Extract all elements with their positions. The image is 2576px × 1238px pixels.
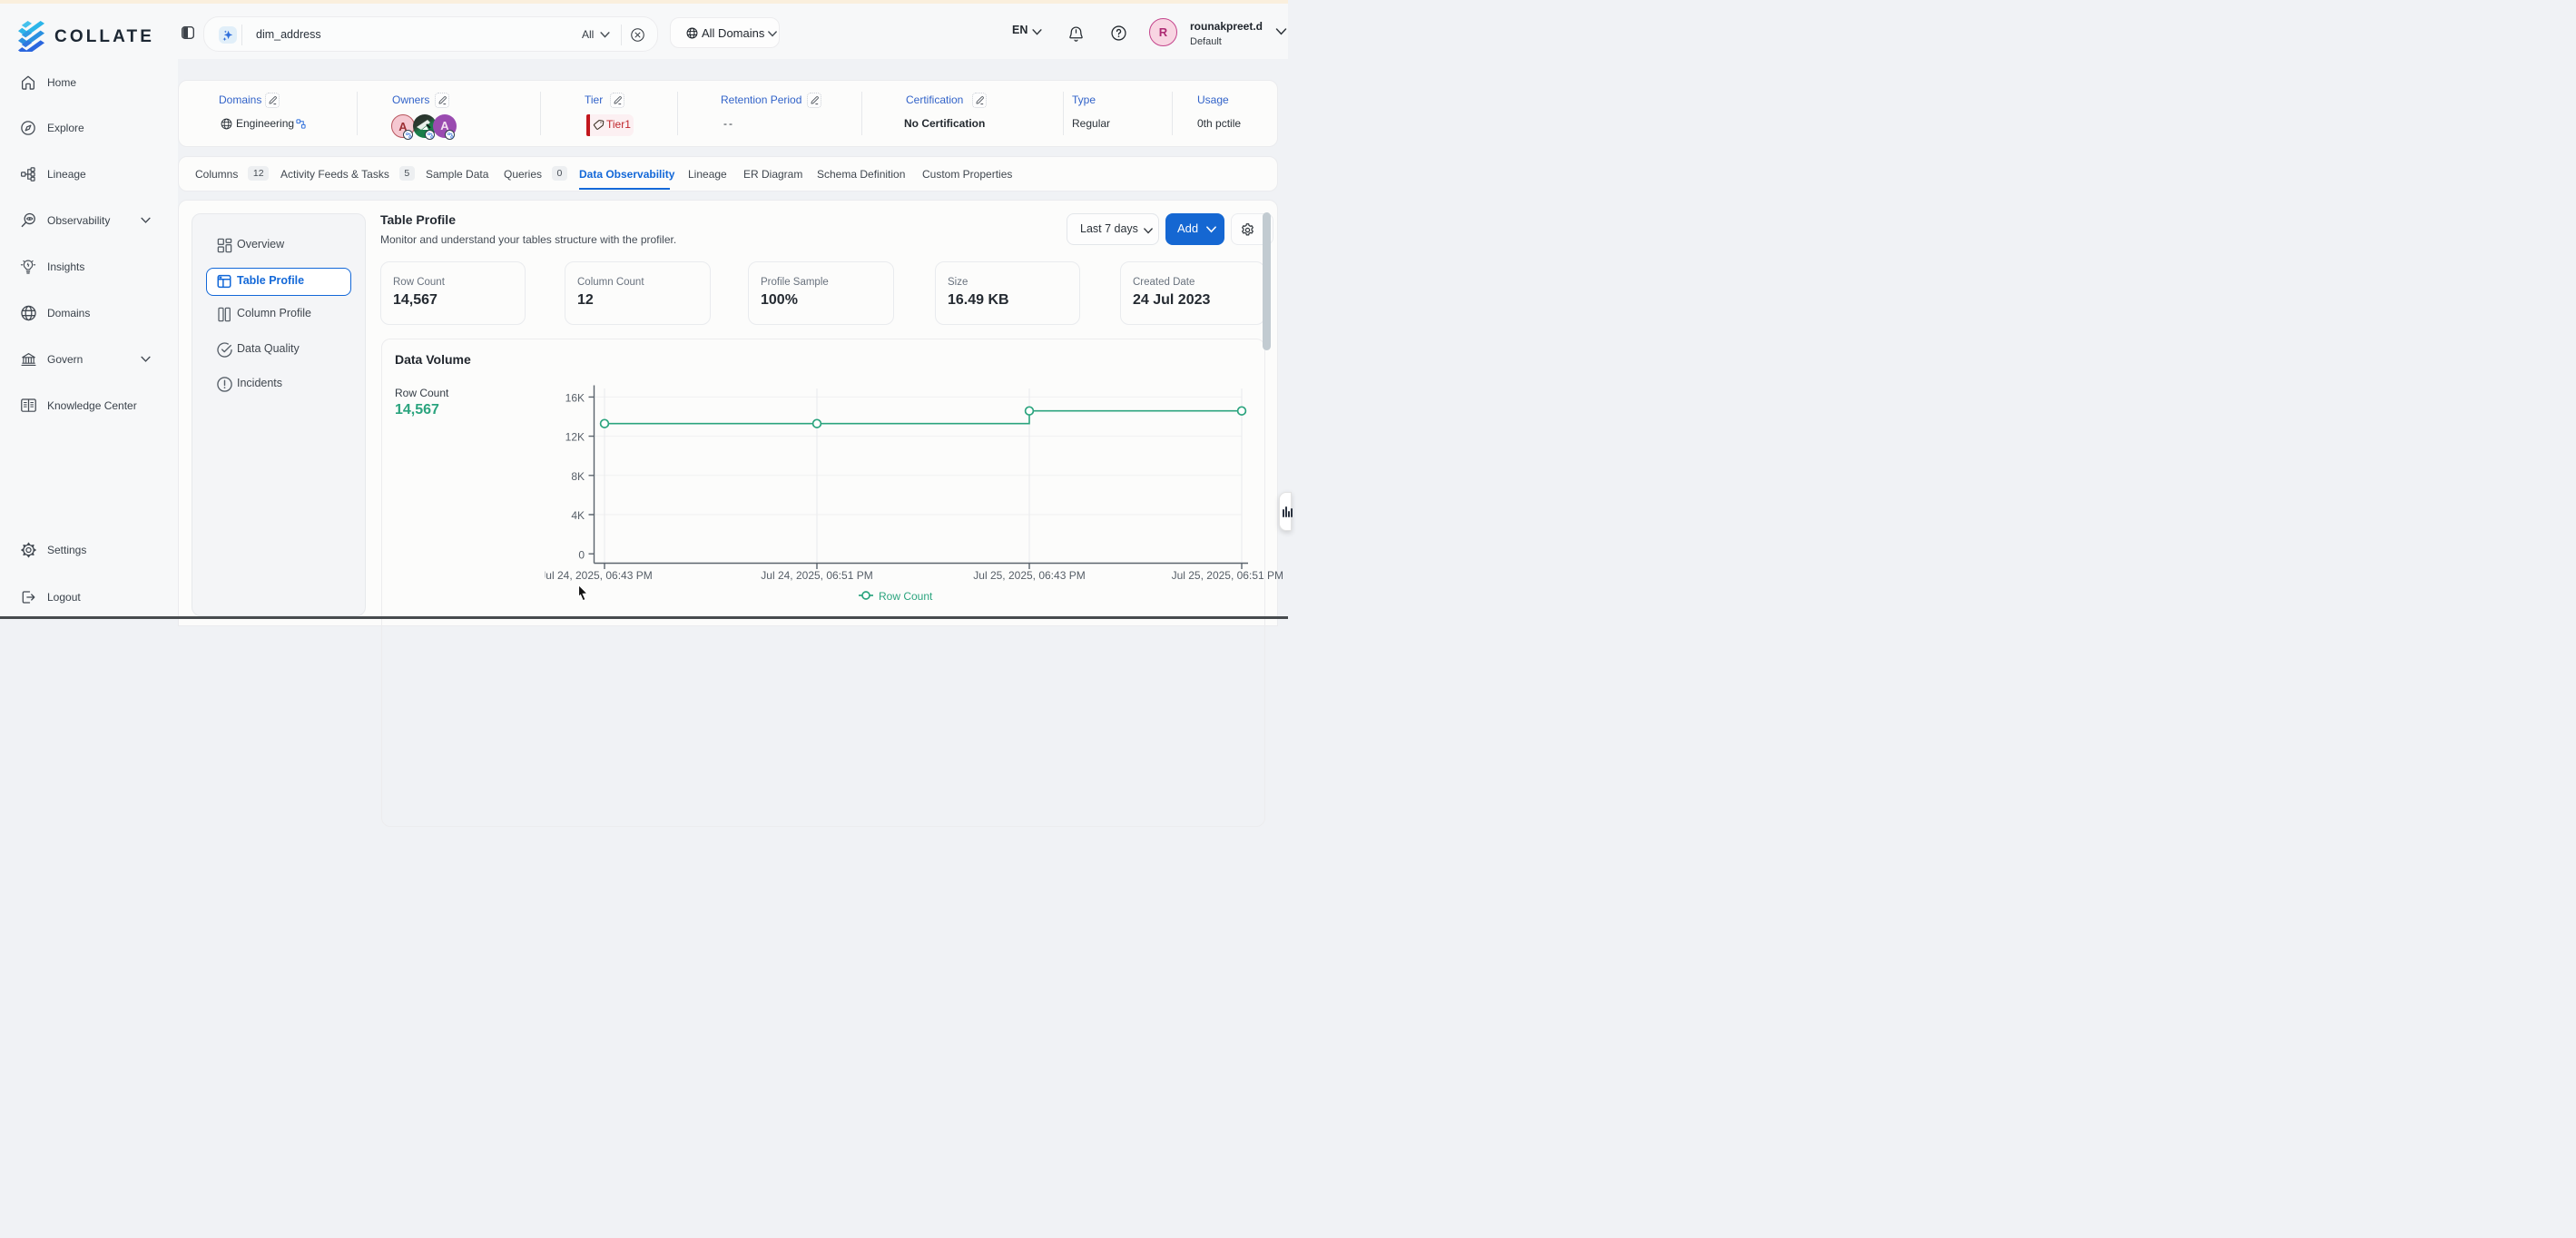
svg-text:Jul 24, 2025, 06:43 PM: Jul 24, 2025, 06:43 PM (545, 569, 653, 582)
svg-text:Row Count: Row Count (879, 590, 933, 603)
svg-text:8K: 8K (571, 470, 585, 483)
svg-text:4K: 4K (571, 509, 585, 522)
svg-text:16K: 16K (565, 392, 585, 405)
svg-text:0: 0 (578, 548, 585, 561)
svg-text:Jul 24, 2025, 06:51 PM: Jul 24, 2025, 06:51 PM (761, 569, 872, 582)
svg-text:Jul 25, 2025, 06:51 PM: Jul 25, 2025, 06:51 PM (1172, 569, 1283, 582)
svg-text:12K: 12K (565, 431, 585, 444)
svg-text:Jul 25, 2025, 06:43 PM: Jul 25, 2025, 06:43 PM (973, 569, 1085, 582)
